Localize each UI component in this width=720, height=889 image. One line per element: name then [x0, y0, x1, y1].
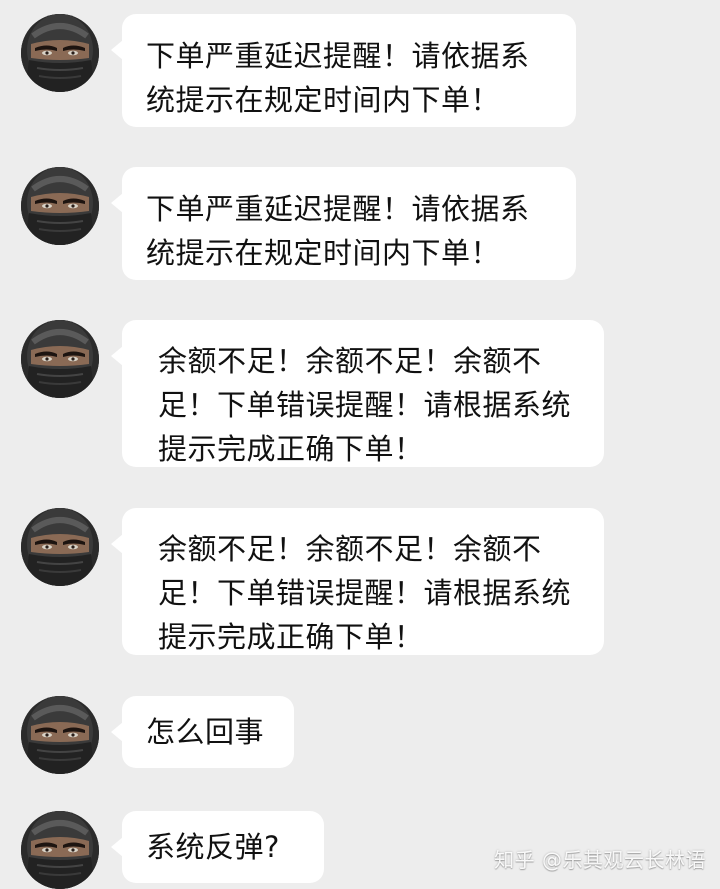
masked-ninja-avatar-icon	[21, 320, 99, 398]
watermark: 知乎 @乐其观云长林语	[494, 848, 706, 872]
message-bubble[interactable]: 系统反弹?	[111, 811, 324, 883]
message-bubble[interactable]: 下单严重延迟提醒！请依据系统提示在规定时间内下单！	[111, 14, 576, 127]
sender-avatar-icon[interactable]	[21, 508, 99, 586]
message-bubble[interactable]: 下单严重延迟提醒！请依据系统提示在规定时间内下单！	[111, 167, 576, 280]
masked-ninja-avatar-icon	[21, 14, 99, 92]
sender-avatar-icon[interactable]	[21, 696, 99, 774]
masked-ninja-avatar-icon	[21, 696, 99, 774]
sender-avatar-icon[interactable]	[21, 320, 99, 398]
message-bubble[interactable]: 余额不足！余额不足！余额不足！下单错误提醒！请根据系统提示完成正确下单！	[111, 508, 604, 655]
masked-ninja-avatar-icon	[21, 508, 99, 586]
sender-avatar-icon[interactable]	[21, 14, 99, 92]
message-bubble[interactable]: 余额不足！余额不足！余额不足！下单错误提醒！请根据系统提示完成正确下单！	[111, 320, 604, 467]
chat-thread: 下单严重延迟提醒！请依据系统提示在规定时间内下单！ 下单严重延迟提醒！请依据系统…	[0, 0, 720, 889]
sender-avatar-icon[interactable]	[21, 811, 99, 889]
sender-avatar-icon[interactable]	[21, 167, 99, 245]
message-bubble[interactable]: 怎么回事	[111, 696, 294, 768]
masked-ninja-avatar-icon	[21, 167, 99, 245]
masked-ninja-avatar-icon	[21, 811, 99, 889]
